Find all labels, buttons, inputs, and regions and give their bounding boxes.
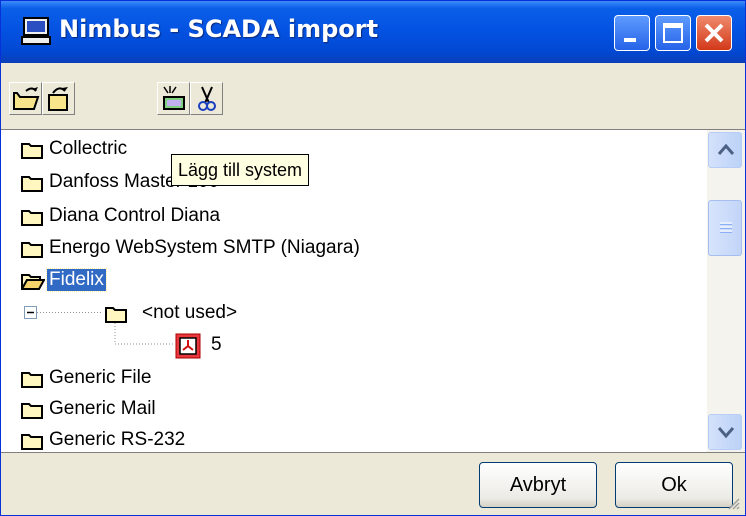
scroll-up-icon	[717, 143, 735, 155]
cancel-button[interactable]: Avbryt	[479, 462, 597, 508]
open-file-icon	[48, 87, 68, 111]
open-folder-icon	[13, 87, 40, 110]
ok-button[interactable]: Ok	[615, 462, 733, 508]
title-bar[interactable]: Nimbus - SCADA import	[1, 1, 745, 63]
resize-grip-icon[interactable]	[727, 497, 741, 511]
computer-icon	[21, 17, 51, 45]
scroll-up-button[interactable]	[708, 132, 742, 168]
tree-item[interactable]: Generic RS-232	[1, 426, 701, 452]
open-file-button[interactable]	[42, 82, 75, 115]
minimize-button[interactable]	[614, 15, 650, 51]
tree-item[interactable]: <not used>	[1, 299, 701, 329]
minimize-icon	[624, 38, 636, 42]
clock-icon	[175, 333, 201, 359]
tree-item-label: Generic File	[49, 367, 152, 388]
add-system-icon	[163, 86, 185, 110]
button-bar: Avbryt Ok	[1, 453, 745, 515]
maximize-icon	[663, 23, 683, 43]
close-icon	[704, 23, 724, 43]
tree-item-label: Generic Mail	[49, 398, 156, 419]
folder-closed-icon	[105, 307, 127, 323]
tree-item[interactable]: Generic File	[1, 364, 701, 394]
tree-item[interactable]: 5	[1, 331, 701, 361]
tree-item-label: <not used>	[142, 302, 238, 323]
scroll-down-icon	[717, 427, 735, 439]
maximize-button[interactable]	[655, 15, 691, 51]
cut-button[interactable]	[190, 82, 223, 115]
scroll-down-button[interactable]	[708, 414, 742, 450]
tooltip: Lägg till system	[171, 154, 310, 186]
add-system-button[interactable]	[157, 82, 190, 115]
scroll-thumb[interactable]	[708, 200, 742, 256]
tree-item[interactable]: Generic Mail	[1, 395, 701, 425]
toolbar	[1, 76, 745, 126]
close-button[interactable]	[696, 15, 732, 51]
scada-import-window: Nimbus - SCADA import Collectric Danfoss…	[0, 0, 746, 516]
vertical-scrollbar[interactable]	[707, 130, 745, 452]
scissors-icon	[198, 86, 216, 111]
folder-closed-icon	[21, 434, 43, 450]
folder-closed-icon	[21, 372, 43, 388]
tree-item-label: 5	[211, 334, 222, 355]
grip-lines-icon	[720, 222, 732, 233]
open-folder-button[interactable]	[9, 82, 42, 115]
folder-closed-icon	[21, 403, 43, 419]
window-title: Nimbus - SCADA import	[59, 15, 379, 43]
system-tree[interactable]: Collectric Danfoss Master 100 Diana Cont…	[1, 129, 745, 453]
tree-item-label: Generic RS-232	[49, 429, 186, 450]
